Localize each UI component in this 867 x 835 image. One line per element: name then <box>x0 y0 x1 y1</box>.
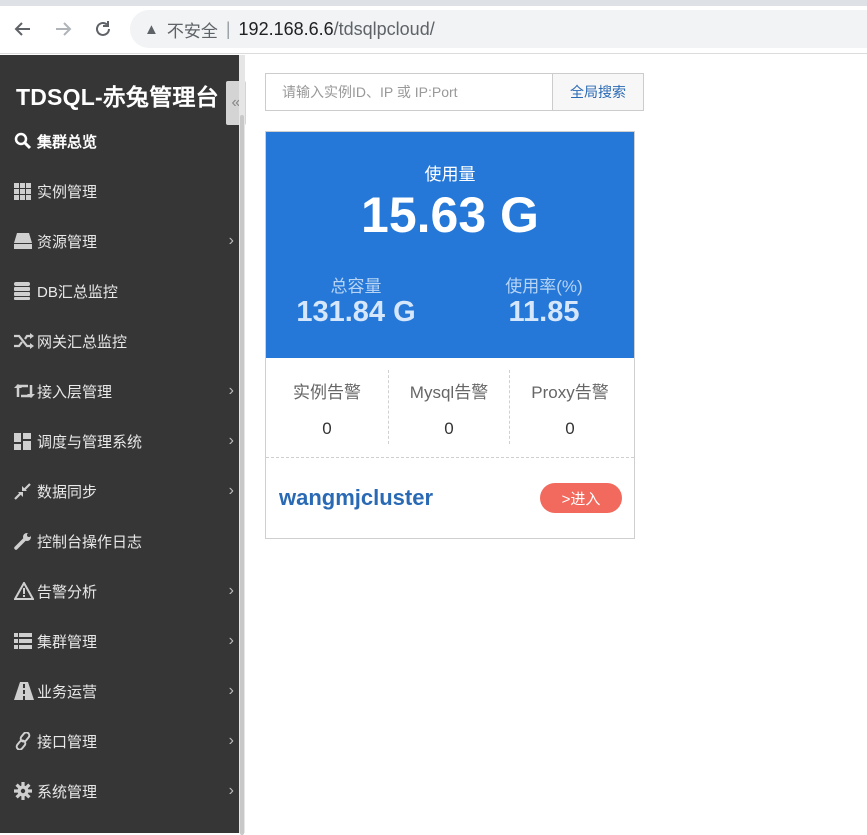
sidebar-item-business-ops[interactable]: 业务运营 › <box>0 666 240 716</box>
sidebar-item-label: 接口管理 <box>37 733 98 751</box>
sidebar-item-system-management[interactable]: 系统管理 › <box>0 766 240 816</box>
mysql-alarm[interactable]: Mysql告警 0 <box>388 368 510 444</box>
chevron-right-icon: › <box>228 232 234 249</box>
sidebar-item-label: 资源管理 <box>37 233 98 251</box>
sidebar-item-label: 告警分析 <box>37 583 98 601</box>
tab-strip <box>0 0 867 6</box>
sidebar-item-instances[interactable]: 实例管理 <box>0 166 240 216</box>
sidebar-item-cluster-overview[interactable]: 集群总览 <box>0 116 240 166</box>
sidebar-item-alarm-analysis[interactable]: 告警分析 › <box>0 566 240 616</box>
instance-alarm[interactable]: 实例告警 0 <box>266 368 388 444</box>
sidebar-item-gateway-monitor[interactable]: 网关汇总监控 <box>0 316 240 366</box>
alarm-summary: 实例告警 0 Mysql告警 0 Proxy告警 0 <box>266 358 634 458</box>
chevron-right-icon: › <box>228 382 234 399</box>
brand-title: TDSQL-赤兔管理台 <box>16 84 219 110</box>
sidebar-item-label: 业务运营 <box>37 683 98 701</box>
reload-icon[interactable] <box>90 16 116 42</box>
sidebar-item-label: 实例管理 <box>37 183 98 201</box>
sidebar-item-api-management[interactable]: 接口管理 › <box>0 716 240 766</box>
usage-rate-value: 11.85 <box>508 296 580 328</box>
sidebar-item-db-monitor[interactable]: DB汇总监控 <box>0 266 240 316</box>
back-icon[interactable] <box>10 16 36 42</box>
sidebar-scrollbar[interactable] <box>239 55 245 835</box>
link-icon <box>14 732 36 750</box>
sidebar-item-scheduling[interactable]: 调度与管理系统 › <box>0 416 240 466</box>
enter-cluster-button[interactable]: >进入 <box>540 483 622 513</box>
alarm-count: 0 <box>322 419 332 438</box>
chevron-right-icon: › <box>228 782 234 799</box>
sidebar-item-label: 集群总览 <box>37 133 98 151</box>
wrench-icon <box>14 532 36 550</box>
usage-panel: 使用量 15.63 G 总容量 131.84 G 使用率(%) 11.85 <box>266 132 634 358</box>
address-bar[interactable]: ▲ 不安全 | 192.168.6.6/tdsqlpcloud/ <box>130 10 867 48</box>
sidebar-item-access-layer[interactable]: 接入层管理 › <box>0 366 240 416</box>
global-search-button[interactable]: 全局搜索 <box>552 73 644 111</box>
retweet-icon <box>14 383 36 399</box>
sidebar-item-label: 系统管理 <box>37 783 98 801</box>
usage-label: 使用量 <box>424 165 476 184</box>
drive-icon <box>14 233 36 249</box>
grid-icon <box>14 182 36 200</box>
sidebar-item-data-sync[interactable]: 数据同步 › <box>0 466 240 516</box>
url-path: /tdsqlpcloud/ <box>333 18 435 39</box>
database-icon <box>14 282 36 300</box>
alarm-label: Proxy告警 <box>531 383 609 402</box>
list-icon <box>14 633 36 649</box>
dashboard-icon <box>14 432 36 450</box>
proxy-alarm[interactable]: Proxy告警 0 <box>509 368 631 444</box>
road-icon <box>14 682 36 700</box>
usage-rate-label: 使用率(%) <box>505 277 583 296</box>
sidebar-item-label: 数据同步 <box>37 483 98 501</box>
chevron-right-icon: › <box>228 632 234 649</box>
warning-icon[interactable]: ▲ <box>144 21 159 38</box>
alarm-count: 0 <box>444 419 454 438</box>
browser-toolbar: ▲ 不安全 | 192.168.6.6/tdsqlpcloud/ <box>0 0 867 54</box>
sidebar-item-label: 控制台操作日志 <box>37 533 143 551</box>
compress-icon <box>14 482 36 500</box>
chevron-right-icon: › <box>228 482 234 499</box>
alarm-label: Mysql告警 <box>409 383 489 402</box>
sidebar-item-label: 调度与管理系统 <box>37 433 143 451</box>
chevron-right-icon: › <box>228 432 234 449</box>
scrollbar-thumb[interactable] <box>240 115 244 835</box>
gear-icon <box>14 782 36 800</box>
url-host: 192.168.6.6 <box>238 18 334 39</box>
search-icon <box>14 132 36 150</box>
sidebar-item-label: 集群管理 <box>37 633 98 651</box>
sidebar-item-label: 接入层管理 <box>37 383 113 401</box>
warning-icon <box>14 582 36 600</box>
sidebar-item-label: DB汇总监控 <box>37 283 118 301</box>
search-input[interactable]: 请输入实例ID、IP 或 IP:Port <box>265 73 553 111</box>
cluster-name-link[interactable]: wangmjcluster <box>279 485 433 511</box>
chevron-right-icon: › <box>228 682 234 699</box>
sidebar-item-cluster-management[interactable]: 集群管理 › <box>0 616 240 666</box>
shuffle-icon <box>14 333 36 349</box>
forward-icon[interactable] <box>50 16 76 42</box>
url-separator: | <box>225 18 231 39</box>
alarm-label: 实例告警 <box>293 383 361 402</box>
alarm-count: 0 <box>565 419 575 438</box>
chevron-right-icon: › <box>228 732 234 749</box>
capacity-value: 131.84 G <box>296 296 416 328</box>
sidebar: TDSQL-赤兔管理台 « 集群总览 实例管理 资源管理 › DB汇总监控 网关… <box>0 55 246 835</box>
chevron-right-icon: › <box>228 582 234 599</box>
usage-value: 15.63 G <box>361 187 539 243</box>
capacity-label: 总容量 <box>330 277 382 296</box>
security-label: 不安全 <box>166 21 218 41</box>
cluster-card: 使用量 15.63 G 总容量 131.84 G 使用率(%) 11.85 实例… <box>265 131 635 539</box>
sidebar-item-label: 网关汇总监控 <box>37 333 128 351</box>
sidebar-item-operation-log[interactable]: 控制台操作日志 <box>0 516 240 566</box>
sidebar-item-resources[interactable]: 资源管理 › <box>0 216 240 266</box>
